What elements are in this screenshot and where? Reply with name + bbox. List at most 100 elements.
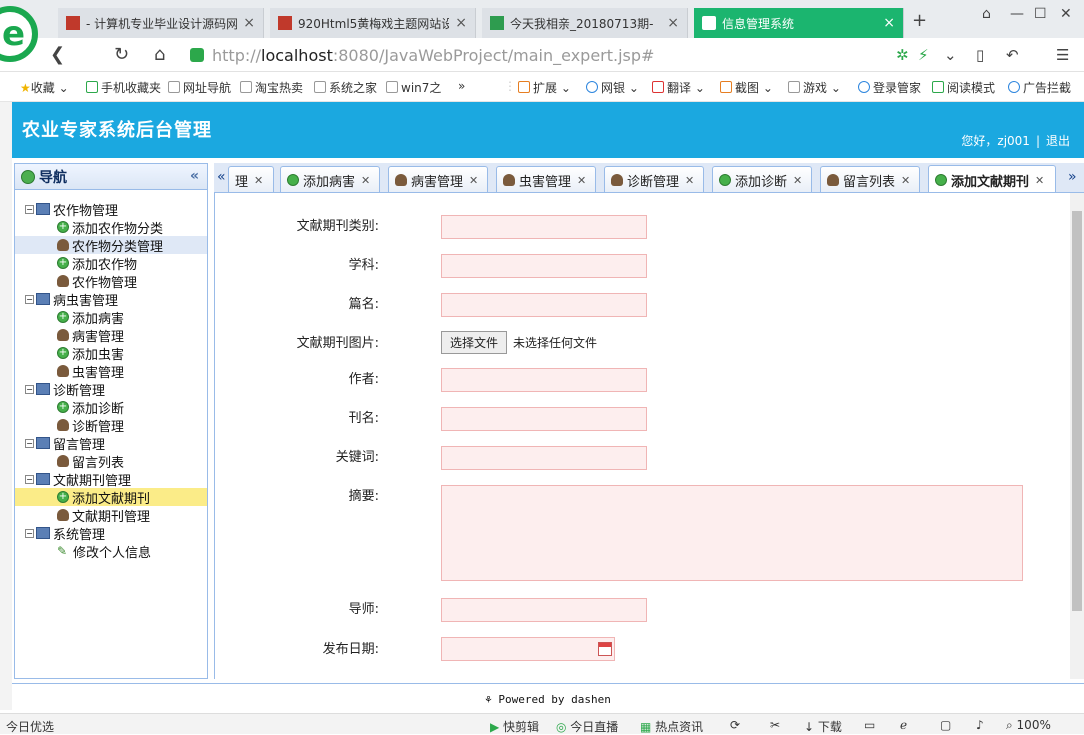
nav-item[interactable]: ✎ 修改个人信息 bbox=[15, 542, 207, 561]
layout-icon[interactable]: ▢ bbox=[940, 718, 951, 732]
toolbar-item[interactable]: 网银 ⌄ bbox=[586, 79, 639, 96]
nav-group[interactable]: − 农作物管理 bbox=[15, 200, 207, 219]
tools-icon[interactable]: ✂ bbox=[770, 718, 780, 732]
browser-tab-1[interactable]: - 计算机专业毕业设计源码网 × bbox=[58, 8, 264, 38]
date-input[interactable] bbox=[441, 637, 615, 661]
zoom-level[interactable]: ⌕ 100% bbox=[1006, 718, 1051, 733]
collapse-toggle-icon[interactable]: − bbox=[25, 384, 34, 394]
home-icon[interactable]: ⌂ bbox=[154, 44, 165, 65]
flash-icon[interactable]: ⚡ bbox=[918, 46, 929, 64]
sound-icon[interactable]: ♪ bbox=[976, 718, 984, 732]
nav-group[interactable]: − 病虫害管理 bbox=[15, 290, 207, 309]
nav-item[interactable]: 农作物分类管理 bbox=[15, 236, 207, 255]
browser-tab-active[interactable]: 信息管理系统 × bbox=[694, 8, 904, 38]
content-tab[interactable]: 添加诊断 ✕ bbox=[712, 166, 812, 192]
address-bar[interactable]: http://localhost:8080/JavaWebProject/mai… bbox=[190, 42, 890, 68]
bookmarks-more[interactable]: » bbox=[458, 79, 465, 93]
nav-item[interactable]: 病害管理 bbox=[15, 326, 207, 345]
nav-item[interactable]: 虫害管理 bbox=[15, 362, 207, 381]
close-tab-icon[interactable]: ✕ bbox=[361, 174, 370, 187]
content-tab[interactable]: 添加文献期刊 ✕ bbox=[928, 165, 1056, 192]
new-tab-icon[interactable]: + bbox=[912, 10, 927, 31]
close-tab-icon[interactable]: ✕ bbox=[254, 174, 263, 187]
journal-input[interactable] bbox=[441, 407, 647, 431]
close-tab-icon[interactable]: × bbox=[667, 15, 679, 31]
close-tab-icon[interactable]: ✕ bbox=[1035, 174, 1044, 187]
bookmark-item[interactable]: 淘宝热卖 bbox=[240, 79, 303, 96]
maximize-icon[interactable]: ☐ bbox=[1034, 6, 1047, 22]
scroll-left-icon[interactable]: « bbox=[217, 169, 226, 185]
category-input[interactable] bbox=[441, 215, 647, 239]
toolbar-item[interactable]: 阅读模式 bbox=[932, 79, 995, 96]
browser-tab-2[interactable]: 920Html5黄梅戏主题网站设 × bbox=[270, 8, 476, 38]
status-item[interactable]: ▶ 快剪辑 bbox=[490, 718, 539, 735]
back-icon[interactable]: ❮ bbox=[50, 44, 65, 65]
collapse-toggle-icon[interactable]: − bbox=[25, 204, 34, 214]
toolbar-item[interactable]: 翻译 ⌄ bbox=[652, 79, 705, 96]
collapse-toggle-icon[interactable]: − bbox=[25, 528, 34, 538]
mentor-input[interactable] bbox=[441, 598, 647, 622]
bookmark-item[interactable]: 网址导航 bbox=[168, 79, 231, 96]
close-tab-icon[interactable]: ✕ bbox=[901, 174, 910, 187]
status-left[interactable]: 今日优选 bbox=[6, 718, 54, 735]
close-tab-icon[interactable]: × bbox=[883, 15, 895, 31]
reload-icon[interactable]: ↻ bbox=[114, 44, 129, 65]
undo-icon[interactable]: ↶ bbox=[1006, 46, 1019, 64]
collapse-toggle-icon[interactable]: − bbox=[25, 474, 34, 484]
bookmark-item[interactable]: ★收藏 ⌄ bbox=[20, 79, 69, 96]
nav-item[interactable]: + 添加农作物 bbox=[15, 254, 207, 273]
content-tab[interactable]: 诊断管理 ✕ bbox=[604, 166, 704, 192]
content-tab[interactable]: 虫害管理 ✕ bbox=[496, 166, 596, 192]
menu-icon[interactable]: ☰ bbox=[1056, 46, 1069, 64]
collapse-icon[interactable]: « bbox=[190, 168, 199, 184]
scrollbar-thumb[interactable] bbox=[1072, 211, 1082, 611]
nav-item[interactable]: 诊断管理 bbox=[15, 416, 207, 435]
nav-item[interactable]: 留言列表 bbox=[15, 452, 207, 471]
refresh-icon[interactable]: ⟳ bbox=[730, 718, 740, 732]
toolbar-item[interactable]: 截图 ⌄ bbox=[720, 79, 773, 96]
nav-item[interactable]: + 添加农作物分类 bbox=[15, 218, 207, 237]
nav-item[interactable]: 农作物管理 bbox=[15, 272, 207, 291]
screen-icon[interactable]: ▭ bbox=[864, 718, 875, 732]
toolbar-item[interactable]: 扩展 ⌄ bbox=[518, 79, 571, 96]
collapse-toggle-icon[interactable]: − bbox=[25, 294, 34, 304]
phone-icon[interactable]: ▯ bbox=[976, 46, 984, 64]
nav-group[interactable]: − 系统管理 bbox=[15, 524, 207, 543]
nav-item[interactable]: + 添加虫害 bbox=[15, 344, 207, 363]
content-tab[interactable]: 添加病害 ✕ bbox=[280, 166, 380, 192]
title-input[interactable] bbox=[441, 293, 647, 317]
close-tab-icon[interactable]: ✕ bbox=[469, 174, 478, 187]
dropdown-icon[interactable]: ⌄ bbox=[944, 46, 957, 64]
vertical-scrollbar[interactable] bbox=[1070, 193, 1084, 679]
ie-icon[interactable]: ℯ bbox=[900, 718, 907, 732]
browser-tab-3[interactable]: 今天我相亲_20180713期- × bbox=[482, 8, 688, 38]
toolbar-item[interactable]: 登录管家 bbox=[858, 79, 921, 96]
close-tab-icon[interactable]: ✕ bbox=[685, 174, 694, 187]
keywords-input[interactable] bbox=[441, 446, 647, 470]
nav-item[interactable]: 文献期刊管理 bbox=[15, 506, 207, 525]
choose-file-button[interactable]: 选择文件 bbox=[441, 331, 508, 354]
abstract-textarea[interactable] bbox=[441, 485, 1023, 581]
logout-link[interactable]: 退出 bbox=[1046, 134, 1070, 148]
close-tab-icon[interactable]: ✕ bbox=[577, 174, 586, 187]
calendar-icon[interactable] bbox=[598, 642, 612, 656]
nav-group[interactable]: − 诊断管理 bbox=[15, 380, 207, 399]
bookmark-item[interactable]: 系统之家 bbox=[314, 79, 377, 96]
scroll-right-icon[interactable]: » bbox=[1068, 169, 1077, 185]
author-input[interactable] bbox=[441, 368, 647, 392]
skin-icon[interactable]: ⌂ bbox=[982, 6, 991, 22]
toolbar-item[interactable]: 游戏 ⌄ bbox=[788, 79, 841, 96]
close-tab-icon[interactable]: × bbox=[243, 15, 255, 31]
content-tab[interactable]: 理 ✕ bbox=[228, 166, 274, 192]
content-tab[interactable]: 留言列表 ✕ bbox=[820, 166, 920, 192]
bookmark-item[interactable]: 手机收藏夹 bbox=[86, 79, 161, 96]
subject-input[interactable] bbox=[441, 254, 647, 278]
nav-item[interactable]: + 添加病害 bbox=[15, 308, 207, 327]
nav-group[interactable]: − 留言管理 bbox=[15, 434, 207, 453]
status-item[interactable]: ◎ 今日直播 bbox=[556, 718, 618, 735]
bookmark-item[interactable]: win7之 bbox=[386, 79, 441, 96]
status-item[interactable]: ▦ 热点资讯 bbox=[640, 718, 703, 735]
nav-group[interactable]: − 文献期刊管理 bbox=[15, 470, 207, 489]
content-tab[interactable]: 病害管理 ✕ bbox=[388, 166, 488, 192]
toolbar-item[interactable]: 广告拦截 bbox=[1008, 79, 1071, 96]
